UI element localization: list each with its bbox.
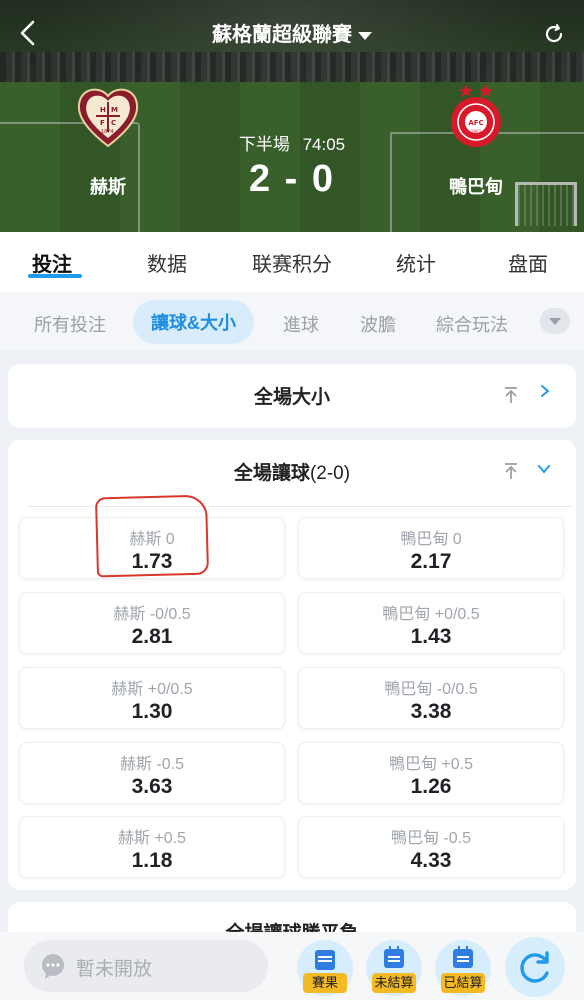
league-selector[interactable]: 蘇格蘭超級聯賽 [0, 18, 584, 47]
odd-label: 赫斯 -0/0.5 [113, 606, 191, 623]
svg-text:M: M [111, 106, 118, 114]
active-tab-indicator [28, 274, 82, 278]
results-icon [315, 950, 335, 970]
odd-label: 鴨巴甸 +0.5 [388, 756, 474, 773]
sub-tabs: 所有投注 讓球&大小 進球 波膽 綜合玩法 [0, 292, 584, 350]
odd-button-home[interactable]: 赫斯 -0/0.5 2.81 [19, 592, 285, 654]
chat-bubble-icon [42, 954, 64, 979]
match-score: 2 - 0 [248, 158, 336, 200]
odd-label: 赫斯 +0.5 [117, 830, 187, 847]
subtab-goals[interactable]: 進球 [283, 311, 319, 337]
subtab-handicap-totals[interactable]: 讓球&大小 [133, 300, 254, 344]
subtab-correct-score[interactable]: 波膽 [360, 311, 396, 337]
totals-card[interactable]: 全場大小 [8, 364, 576, 428]
odd-button-away[interactable]: 鴨巴甸 +0.5 1.26 [298, 742, 564, 804]
settled-label: 已結算 [441, 973, 485, 993]
odd-value: 4.33 [410, 849, 452, 872]
chevron-down-icon[interactable] [537, 462, 551, 476]
refresh-button[interactable] [505, 937, 565, 997]
odd-value: 3.63 [131, 775, 173, 798]
odd-value: 3.38 [410, 700, 452, 723]
unsettled-icon [384, 946, 404, 968]
odd-label: 鴨巴甸 -0/0.5 [384, 681, 478, 698]
odd-button-home[interactable]: 赫斯 -0.5 3.63 [19, 742, 285, 804]
subtab-all-bets[interactable]: 所有投注 [34, 311, 106, 337]
totals-card-title: 全場大小 [253, 387, 330, 408]
refresh-icon[interactable] [542, 22, 566, 46]
match-period: 下半場 [238, 135, 290, 154]
odd-button-away[interactable]: 鴨巴甸 -0/0.5 3.38 [298, 667, 564, 729]
results-label: 賽果 [303, 973, 347, 993]
tab-betting[interactable]: 投注 [32, 248, 72, 277]
main-tabs: 投注 数据 联赛积分 统计 盘面 [0, 232, 584, 292]
refresh-icon [520, 951, 549, 983]
odd-value: 1.26 [410, 775, 452, 798]
odd-label: 赫斯 -0.5 [119, 756, 185, 773]
svg-text:C: C [111, 119, 116, 127]
chat-input-placeholder: 暫未開放 [76, 959, 153, 980]
tab-market[interactable]: 盘面 [508, 248, 548, 277]
svg-text:AFC: AFC [468, 119, 483, 127]
tab-data[interactable]: 数据 [147, 248, 187, 277]
match-status: 下半場 74:05 [0, 130, 584, 155]
odd-button-away[interactable]: 鴨巴甸 -0.5 4.33 [298, 816, 564, 878]
odd-value: 2.81 [131, 625, 173, 648]
subtab-combo[interactable]: 綜合玩法 [436, 311, 508, 337]
chevron-right-icon[interactable] [538, 384, 552, 398]
unsettled-label: 未結算 [372, 973, 416, 993]
svg-text:F: F [100, 119, 105, 127]
odd-label: 鴨巴甸 -0.5 [390, 830, 472, 847]
odd-button-away[interactable]: 鴨巴甸 +0/0.5 1.43 [298, 592, 564, 654]
odd-value: 1.43 [410, 625, 452, 648]
tab-statistics[interactable]: 统计 [396, 248, 436, 277]
odd-button-home[interactable]: 赫斯 +0.5 1.18 [19, 816, 285, 878]
caret-down-icon [358, 31, 372, 40]
odd-button-away[interactable]: 鴨巴甸 0 2.17 [298, 517, 564, 579]
odd-label: 鴨巴甸 0 [400, 531, 462, 548]
match-header: 蘇格蘭超級聯賽 H M F C 1874 赫斯 AFC 1903 鴨巴甸 下半場… [0, 0, 584, 232]
handicap-card-title: 全場讓球 [233, 463, 310, 484]
pin-top-icon[interactable] [503, 386, 519, 404]
hand-drawn-highlight [94, 494, 210, 578]
more-subtabs-button[interactable] [540, 308, 570, 334]
odd-value: 1.18 [131, 849, 173, 872]
league-title: 蘇格蘭超級聯賽 [212, 24, 352, 46]
pin-top-icon[interactable] [503, 462, 519, 480]
handicap-card-header[interactable]: 全場讓球(2-0) [8, 458, 576, 485]
odd-value: 1.30 [131, 700, 173, 723]
tab-league-table[interactable]: 联赛积分 [252, 248, 332, 277]
match-clock: 74:05 [302, 135, 346, 154]
svg-text:H: H [100, 106, 106, 114]
odd-label: 赫斯 +0/0.5 [111, 681, 193, 698]
handicap-card-score: (2-0) [309, 463, 351, 484]
settled-icon [453, 946, 473, 968]
odd-label: 鴨巴甸 +0/0.5 [382, 606, 480, 623]
odd-button-home[interactable]: 赫斯 +0/0.5 1.30 [19, 667, 285, 729]
odd-value: 2.17 [410, 550, 452, 573]
